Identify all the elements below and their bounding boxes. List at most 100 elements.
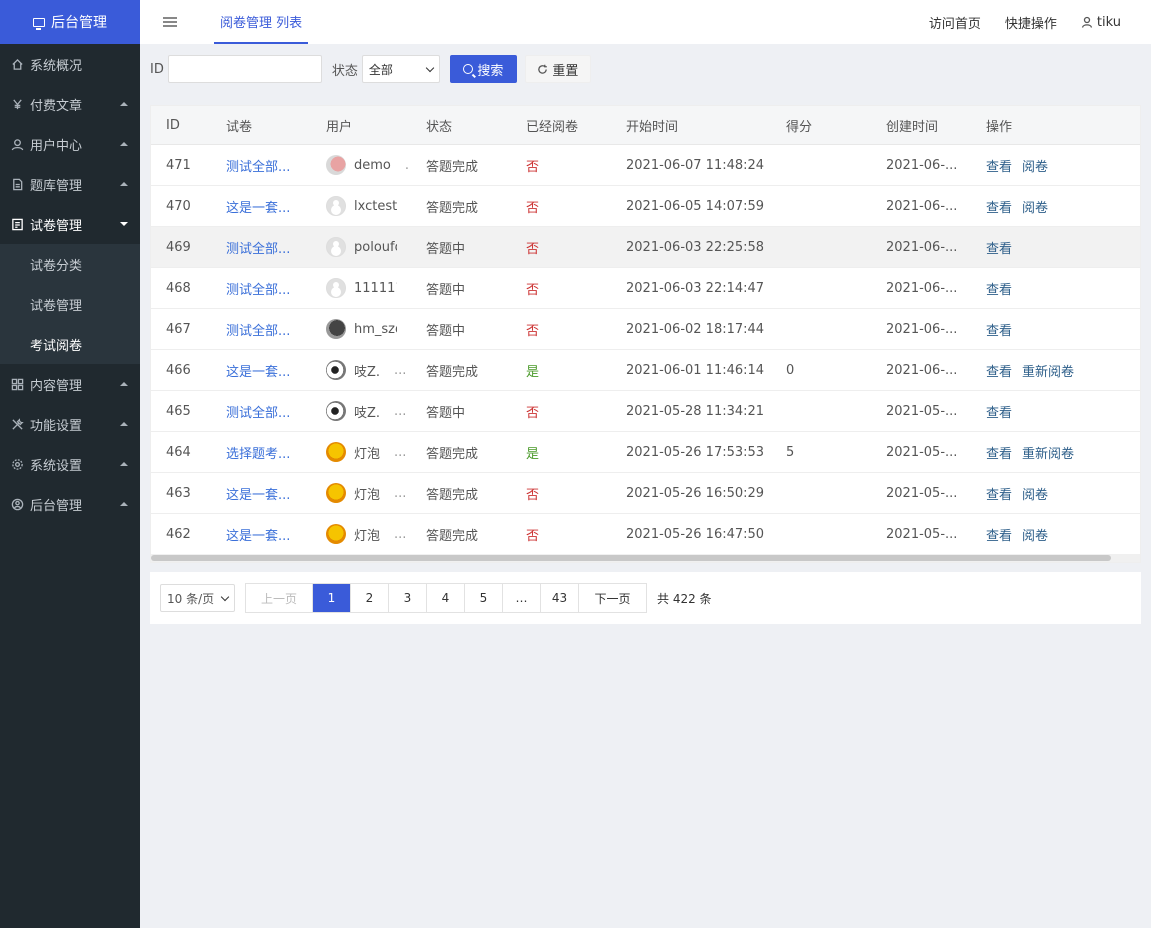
- column-header: 已经阅卷: [526, 119, 579, 135]
- page-button[interactable]: 1: [313, 584, 351, 612]
- page-button[interactable]: 3: [389, 584, 427, 612]
- next-page-button[interactable]: 下一页: [579, 584, 646, 612]
- paper-link[interactable]: 这是一套...: [226, 488, 290, 503]
- search-button[interactable]: 搜索: [449, 55, 517, 83]
- chevron-up-icon: [120, 142, 128, 146]
- cell-user: 灯泡...: [311, 483, 411, 503]
- cell-id: 465: [166, 403, 191, 419]
- grade-link[interactable]: 阅卷: [1022, 529, 1048, 544]
- view-link[interactable]: 查看: [986, 160, 1012, 175]
- sidebar-menu: 系统概况 付费文章 用户中心 题库管理 试卷管理: [0, 44, 140, 244]
- view-link[interactable]: 查看: [986, 406, 1012, 421]
- view-link[interactable]: 查看: [986, 201, 1012, 216]
- cell-graded: 否: [526, 200, 540, 216]
- cell-id: 469: [166, 239, 191, 255]
- sidebar-item-paid-articles[interactable]: 付费文章: [0, 84, 140, 124]
- sidebar-item-feature-settings[interactable]: 功能设置: [0, 404, 140, 444]
- page-size-select[interactable]: 10 条/页: [160, 584, 235, 612]
- sidebar-item-user-center[interactable]: 用户中心: [0, 124, 140, 164]
- cell-created-time: 2021-06-...: [886, 198, 958, 214]
- sidebar-item-label: 系统设置: [30, 458, 83, 474]
- reset-button[interactable]: 重置: [524, 55, 591, 83]
- filter-bar: ID 状态 全部 搜索 重置: [150, 55, 591, 83]
- user-name-overflow: ...: [394, 485, 407, 501]
- table-row: 465 测试全部... 吱Z.... 答题中 否 2021-05-28 11:34:21 2…: [151, 391, 1140, 432]
- paper-link[interactable]: 测试全部...: [226, 242, 290, 257]
- user-name: hm_szd: [354, 321, 397, 337]
- cell-user: hm_szd: [311, 319, 411, 339]
- grade-link[interactable]: 重新阅卷: [1022, 447, 1074, 462]
- view-link[interactable]: 查看: [986, 365, 1012, 380]
- page-button[interactable]: …: [503, 584, 541, 612]
- sidebar-item-question-bank[interactable]: 题库管理: [0, 164, 140, 204]
- tab-grading-list[interactable]: 阅卷管理 列表: [214, 0, 309, 44]
- cell-start-time: 2021-05-26 17:53:53: [626, 444, 765, 460]
- cell-actions: 查看: [971, 238, 1140, 257]
- page-button[interactable]: 2: [351, 584, 389, 612]
- paper-link[interactable]: 选择题考...: [226, 447, 290, 462]
- paper-link[interactable]: 测试全部...: [226, 283, 290, 298]
- sidebar-item-system-overview[interactable]: 系统概况: [0, 44, 140, 84]
- sidebar-item-label: 系统概况: [30, 58, 83, 74]
- sidebar-subitem-exam-grading[interactable]: 考试阅卷: [0, 324, 140, 364]
- yen-icon: [10, 97, 24, 111]
- grade-link[interactable]: 阅卷: [1022, 201, 1048, 216]
- tools-icon: [10, 417, 24, 431]
- page-button[interactable]: 5: [465, 584, 503, 612]
- view-link[interactable]: 查看: [986, 529, 1012, 544]
- page-buttons: 上一页 1 2 3 4 5… 43 下一页: [245, 583, 647, 613]
- cell-status: 答题中: [426, 405, 466, 421]
- page-button[interactable]: 4: [427, 584, 465, 612]
- sidebar-subitem-paper-management[interactable]: 试卷管理: [0, 284, 140, 324]
- user-menu[interactable]: tiku: [1081, 15, 1121, 30]
- paper-link[interactable]: 这是一套...: [226, 529, 290, 544]
- menu-toggle-button[interactable]: [140, 0, 200, 44]
- cell-status: 答题完成: [426, 159, 479, 175]
- paper-link[interactable]: 测试全部...: [226, 406, 290, 421]
- pagination: 10 条/页 上一页 1 2 3 4 5… 43 下一页 共 422 条: [150, 572, 1141, 624]
- user-name: lxctest: [354, 198, 397, 214]
- horizontal-scrollbar[interactable]: [151, 554, 1140, 562]
- id-input[interactable]: [167, 55, 322, 83]
- grid-icon: [10, 377, 24, 391]
- table-row: 466 这是一套... 吱Z.... 答题完成 是 2021-06-01 11:46:14…: [151, 350, 1140, 391]
- status-label: 状态: [331, 63, 358, 79]
- view-link[interactable]: 查看: [986, 242, 1012, 257]
- sidebar-submenu: 试卷分类 试卷管理 考试阅卷: [0, 244, 140, 364]
- sidebar-subitem-paper-category[interactable]: 试卷分类: [0, 244, 140, 284]
- sidebar-item-admin[interactable]: 后台管理: [0, 484, 140, 524]
- view-link[interactable]: 查看: [986, 283, 1012, 298]
- sidebar-item-content-management[interactable]: 内容管理: [0, 364, 140, 404]
- status-select[interactable]: 全部: [361, 55, 440, 83]
- sidebar-item-system-settings[interactable]: 系统设置: [0, 444, 140, 484]
- prev-page-button[interactable]: 上一页: [246, 584, 313, 612]
- sidebar-item-label: 后台管理: [30, 498, 83, 514]
- user-name: 灯泡: [354, 528, 381, 544]
- view-link[interactable]: 查看: [986, 488, 1012, 503]
- grade-link[interactable]: 重新阅卷: [1022, 365, 1074, 380]
- page-button[interactable]: 43: [541, 584, 579, 612]
- total-count: 共 422 条: [657, 591, 712, 606]
- quick-ops-link[interactable]: 快捷操作: [1005, 13, 1057, 32]
- cell-actions: 查看 重新阅卷: [971, 443, 1140, 462]
- paper-link[interactable]: 这是一套...: [226, 365, 290, 380]
- cell-id: 462: [166, 526, 191, 542]
- brand[interactable]: 后台管理: [0, 0, 140, 44]
- grade-link[interactable]: 阅卷: [1022, 160, 1048, 175]
- paper-link[interactable]: 这是一套...: [226, 201, 290, 216]
- sidebar-item-paper-management[interactable]: 试卷管理: [0, 204, 140, 244]
- chevron-up-icon: [120, 182, 128, 186]
- scrollbar-thumb[interactable]: [151, 555, 1111, 561]
- cell-actions: 查看: [971, 279, 1140, 298]
- paper-link[interactable]: 测试全部...: [226, 324, 290, 339]
- visit-home-link[interactable]: 访问首页: [929, 13, 981, 32]
- sidebar-item-label: 付费文章: [30, 98, 83, 114]
- cell-actions: 查看 阅卷: [971, 197, 1140, 216]
- paper-icon: [10, 217, 24, 231]
- view-link[interactable]: 查看: [986, 447, 1012, 462]
- avatar: [326, 155, 346, 175]
- paper-link[interactable]: 测试全部...: [226, 160, 290, 175]
- grade-link[interactable]: 阅卷: [1022, 488, 1048, 503]
- reset-button-label: 重置: [552, 62, 579, 78]
- view-link[interactable]: 查看: [986, 324, 1012, 339]
